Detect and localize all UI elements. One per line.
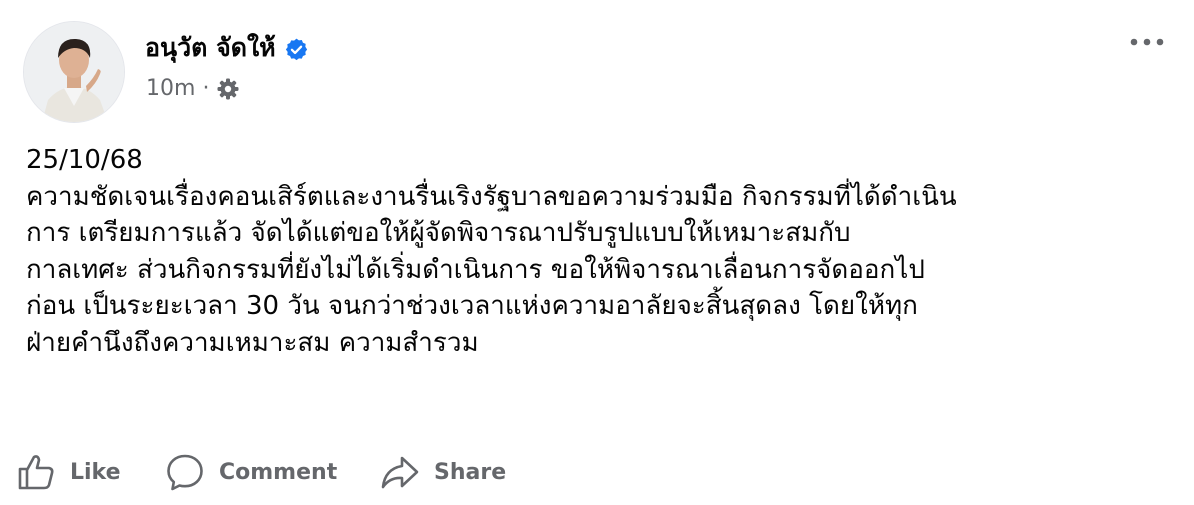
meta-separator: · (202, 76, 210, 101)
more-options-icon[interactable] (1126, 30, 1170, 54)
avatar-image (24, 22, 124, 122)
post-action-bar: Like Comment Share (0, 446, 1194, 500)
share-label[interactable]: Share (434, 460, 506, 485)
post-text-line: ฝ่ายคำนึงถึงความเหมาะสม ความสำรวม (26, 327, 479, 358)
post-text-line: 25/10/68 (26, 145, 143, 175)
comment-bubble-icon (165, 452, 205, 492)
post-text-line: การ เตรียมการแล้ว จัดได้แต่ขอให้ผู้จัดพิ… (26, 218, 851, 248)
share-arrow-icon (380, 452, 420, 492)
verified-badge-icon (284, 36, 309, 61)
post-text: 25/10/68 ความชัดเจนเรื่องคอนเสิร์ตและงาน… (26, 142, 1176, 361)
thumbs-up-icon (16, 452, 56, 492)
author-name[interactable]: อนุวัต จัดให้ (145, 30, 309, 66)
gear-icon[interactable] (216, 77, 240, 101)
avatar[interactable] (23, 21, 125, 123)
post-text-line: กาลเทศะ ส่วนกิจกรรมที่ยังไม่ได้เริ่มดำเน… (26, 254, 925, 285)
comment-label[interactable]: Comment (219, 460, 337, 485)
post-text-line: ก่อน เป็นระยะเวลา 30 วัน จนกว่าช่วงเวลาแ… (26, 291, 918, 321)
post-text-line: ความชัดเจนเรื่องคอนเสิร์ตและงานรื่นเริงร… (26, 181, 957, 212)
like-button[interactable]: Like (16, 450, 121, 494)
comment-button[interactable]: Comment (165, 450, 337, 494)
author-name-text[interactable]: อนุวัต จัดให้ (145, 30, 276, 66)
like-label[interactable]: Like (70, 460, 121, 485)
post-meta: 10m · (146, 74, 240, 104)
share-button[interactable]: Share (380, 450, 506, 494)
post-timestamp[interactable]: 10m (146, 74, 195, 104)
